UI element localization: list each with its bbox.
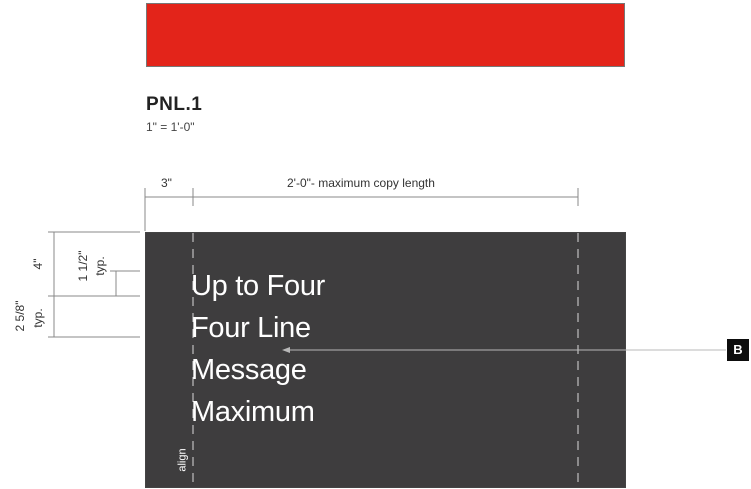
cap-height-typ-label: typ. bbox=[31, 308, 45, 328]
line-spacing-label: 1 1/2" bbox=[76, 250, 90, 282]
callout-arrow-head bbox=[282, 347, 290, 353]
align-label: align bbox=[176, 448, 189, 472]
copy-line-4: Maximum bbox=[191, 396, 315, 428]
callout-badge-b: B bbox=[727, 339, 749, 361]
top-height-label: 4" bbox=[31, 258, 45, 270]
line-spacing-typ-label: typ. bbox=[93, 256, 107, 276]
dimension-lines bbox=[48, 188, 726, 486]
cap-height-label: 2 5/8" bbox=[13, 300, 27, 332]
copy-line-1: Up to Four bbox=[191, 270, 325, 302]
copy-length-label: 2'-0"- maximum copy length bbox=[287, 176, 435, 190]
margin-width-label: 3" bbox=[161, 176, 172, 190]
copy-line-2: Four Line bbox=[191, 312, 311, 344]
copy-line-3: Message bbox=[191, 354, 307, 386]
